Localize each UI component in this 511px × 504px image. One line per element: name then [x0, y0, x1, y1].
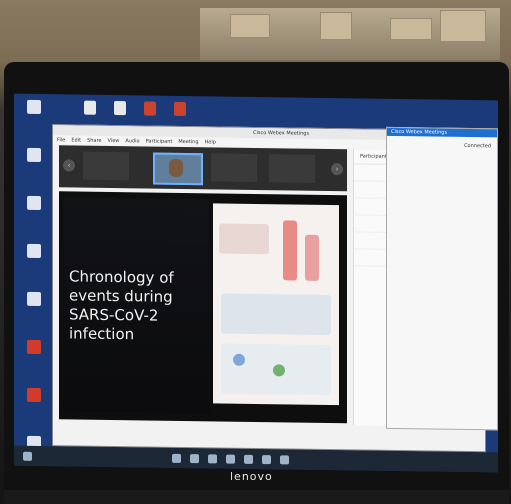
start-icon[interactable] — [23, 451, 32, 461]
app-icon — [27, 339, 41, 354]
figure-bar — [283, 220, 297, 281]
side-window-title: Cisco Webex Meetings — [387, 127, 497, 138]
scroll-left-button[interactable]: ‹ — [63, 159, 75, 172]
scroll-right-button[interactable]: › — [331, 163, 343, 176]
shelf-box — [440, 10, 486, 42]
figure-bar — [305, 234, 319, 281]
app-icon — [27, 195, 41, 210]
desktop-icons — [16, 99, 56, 473]
folder-icon — [27, 99, 41, 114]
figure-dot — [273, 364, 285, 377]
menu-participant[interactable]: Participant — [146, 138, 173, 144]
video-thumbnail[interactable] — [83, 151, 129, 181]
search-icon[interactable] — [172, 453, 181, 463]
slide-figure — [213, 203, 339, 406]
menu-file[interactable]: File — [57, 137, 65, 143]
app-icon — [27, 387, 41, 402]
figure-panel — [219, 223, 269, 255]
menu-share[interactable]: Share — [87, 137, 101, 143]
desktop-icon[interactable] — [16, 195, 52, 237]
figure-dot — [233, 353, 245, 366]
webex-icon[interactable] — [280, 454, 289, 464]
desktop-icon[interactable] — [16, 339, 52, 381]
shelf-box — [390, 18, 432, 40]
menu-edit[interactable]: Edit — [71, 137, 81, 143]
webex-side-window: Cisco Webex Meetings Connected — [386, 126, 498, 431]
file-icon[interactable] — [144, 101, 156, 116]
speaker-face — [169, 158, 183, 177]
mail-icon[interactable] — [262, 454, 271, 464]
slide-title: Chronology of events during SARS-CoV-2 i… — [69, 267, 174, 344]
desktop-icon[interactable] — [16, 387, 52, 429]
laptop-screen: Cisco Webex Meetings File Edit Share Vie… — [14, 93, 498, 473]
file-icon[interactable] — [84, 100, 96, 115]
explorer-icon[interactable] — [226, 454, 235, 464]
background-shelf — [200, 8, 500, 60]
shared-content-area: Chronology of events during SARS-CoV-2 i… — [59, 191, 347, 424]
top-desktop-icons — [84, 100, 186, 117]
video-thumbnail-strip: ‹ › — [59, 145, 347, 192]
menu-meeting[interactable]: Meeting — [178, 138, 198, 144]
video-thumbnail[interactable] — [211, 153, 257, 183]
pdf-icon[interactable] — [174, 101, 186, 117]
desktop-icon[interactable] — [16, 243, 52, 285]
app-icon — [27, 291, 41, 306]
shelf-box — [320, 12, 352, 40]
store-icon[interactable] — [244, 454, 253, 464]
app-icon — [27, 147, 41, 162]
file-icon[interactable] — [114, 101, 126, 116]
figure-panel — [221, 293, 331, 336]
menu-help[interactable]: Help — [205, 139, 216, 145]
shelf-box — [230, 14, 270, 38]
edge-icon[interactable] — [208, 453, 217, 463]
app-icon — [27, 243, 41, 258]
video-thumbnail-active[interactable] — [153, 152, 203, 186]
video-thumbnail[interactable] — [269, 154, 315, 183]
desktop-icon[interactable] — [16, 147, 52, 189]
menu-view[interactable]: View — [108, 137, 120, 143]
desktop-icon[interactable] — [16, 99, 52, 141]
desktop-icon[interactable] — [16, 291, 52, 333]
presentation-slide: Chronology of events during SARS-CoV-2 i… — [63, 197, 209, 414]
menu-audio[interactable]: Audio — [125, 138, 139, 144]
connection-status: Connected — [464, 142, 491, 150]
taskview-icon[interactable] — [190, 453, 199, 463]
laptop-brand-logo: lenovo — [230, 470, 273, 483]
laptop-keyboard — [4, 490, 509, 504]
window-title: Cisco Webex Meetings — [253, 129, 310, 137]
